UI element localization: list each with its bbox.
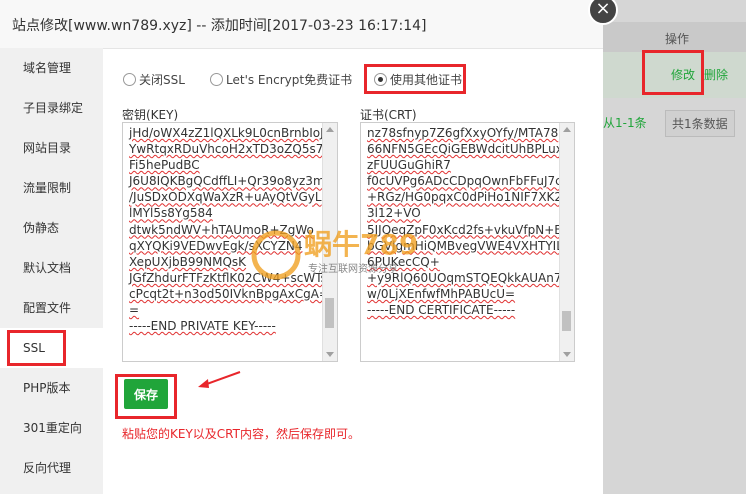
header-actions-label: 操作: [665, 32, 690, 46]
crt-scrollbar[interactable]: [559, 123, 574, 361]
radio-close-ssl[interactable]: 关闭SSL: [123, 72, 185, 88]
radio-circle-icon: [123, 73, 136, 86]
watermark-brand: 蜗牛789: [304, 228, 418, 261]
pager-range: 从1-1条: [603, 116, 647, 130]
table-header: 操作: [603, 22, 746, 53]
scroll-up-icon[interactable]: [326, 127, 334, 132]
site-edit-dialog: 站点修改[www.wn789.xyz] -- 添加时间[2017-03-23 1…: [0, 0, 603, 494]
sidebar-item-config[interactable]: 配置文件: [0, 288, 103, 328]
crt-label: 证书(CRT): [360, 108, 417, 122]
pager-total: 共1条数据: [665, 110, 735, 137]
scroll-down-icon[interactable]: [563, 352, 571, 357]
sidebar-item-root[interactable]: 网站目录: [0, 128, 103, 168]
hint-text: 粘贴您的KEY以及CRT内容，然后保存即可。: [122, 427, 360, 441]
sidebar-item-rewrite[interactable]: 伪静态: [0, 208, 103, 248]
watermark-tagline: 专注互联网资源分享: [308, 262, 398, 275]
sidebar-item-subdir[interactable]: 子目录绑定: [0, 88, 103, 128]
highlight-other-cert-box: [364, 64, 466, 94]
scroll-up-icon[interactable]: [563, 127, 571, 132]
watermark-logo: 蜗牛789 专注互联网资源分享: [251, 228, 418, 280]
sidebar-item-traffic[interactable]: 流量限制: [0, 168, 103, 208]
scroll-thumb[interactable]: [562, 311, 571, 331]
delete-link[interactable]: 删除: [704, 66, 728, 83]
highlight-ssl-box: [7, 330, 66, 366]
arrow-icon: [198, 371, 241, 388]
radio-circle-icon: [210, 73, 223, 86]
scroll-thumb[interactable]: [325, 298, 334, 328]
radio-letsencrypt[interactable]: Let's Encrypt免费证书: [210, 72, 352, 88]
sidebar-item-domain[interactable]: 域名管理: [0, 48, 103, 88]
dialog-titlebar: 站点修改[www.wn789.xyz] -- 添加时间[2017-03-23 1…: [0, 0, 603, 49]
highlight-edit-box: [642, 50, 704, 95]
save-button[interactable]: 保存: [124, 379, 168, 409]
scroll-down-icon[interactable]: [326, 352, 334, 357]
dialog-title: 站点修改[www.wn789.xyz] -- 添加时间[2017-03-23 1…: [12, 18, 427, 34]
sidebar-item-redirect[interactable]: 301重定向: [0, 408, 103, 448]
sidebar: 域名管理 子目录绑定 网站目录 流量限制 伪静态 默认文档 配置文件 SSL P…: [0, 48, 103, 494]
sidebar-item-default-doc[interactable]: 默认文档: [0, 248, 103, 288]
sidebar-item-proxy[interactable]: 反向代理: [0, 448, 103, 488]
pager: 从1-1条 共1条数据: [603, 108, 746, 138]
sidebar-item-php[interactable]: PHP版本: [0, 368, 103, 408]
key-label: 密钥(KEY): [122, 108, 179, 122]
